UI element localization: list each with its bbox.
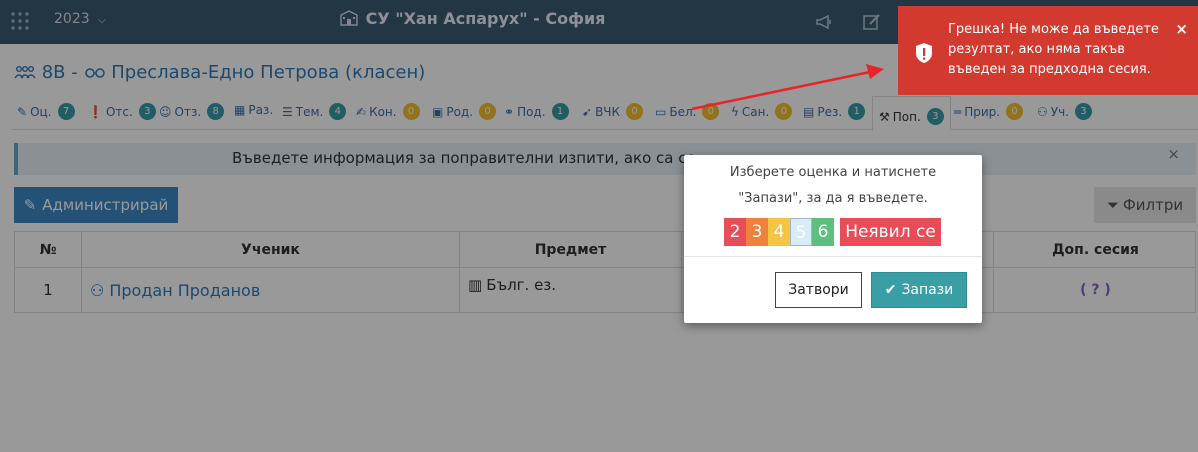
grade-2-button[interactable]: 2 [724, 218, 746, 246]
close-button[interactable]: Затвори [775, 272, 862, 308]
grade-5-button[interactable]: 5 [790, 218, 812, 246]
modal-instruction-line2: "Запази", за да я въведете. [738, 191, 928, 206]
close-icon[interactable]: × [1175, 20, 1188, 38]
shield-exclamation-icon [916, 43, 932, 63]
modal-instruction-line1: Изберете оценка и натиснете [729, 165, 937, 180]
save-button[interactable]: ✔ Запази [871, 272, 967, 308]
grade-6-button[interactable]: 6 [812, 218, 834, 246]
error-message: Грешка! Не може да въведете резултат, ак… [948, 22, 1159, 77]
grade-4-button[interactable]: 4 [768, 218, 790, 246]
no-show-button[interactable]: Неявил се [840, 218, 941, 246]
modal-divider [684, 256, 982, 257]
save-label: Запази [901, 282, 954, 298]
error-toast: Грешка! Не може да въведете резултат, ак… [898, 6, 1198, 95]
check-icon: ✔ [884, 282, 897, 298]
grade-modal: Изберете оценка и натиснете "Запази", за… [684, 155, 982, 323]
grade-3-button[interactable]: 3 [746, 218, 768, 246]
grade-selector: 2 3 4 5 6 Неявил се [724, 218, 941, 246]
